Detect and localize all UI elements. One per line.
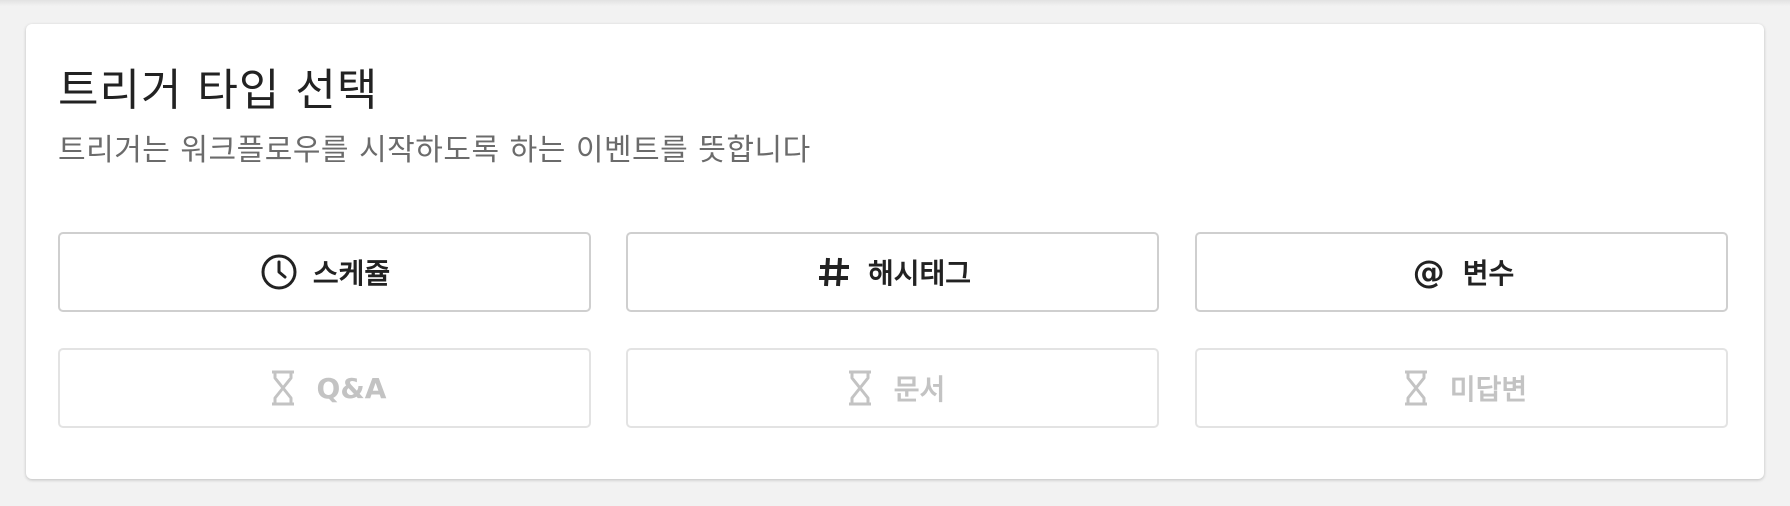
schedule-label: 스케쥴 xyxy=(312,257,391,290)
qna-button[interactable]: Q&A xyxy=(58,348,591,428)
document-label: 문서 xyxy=(893,373,946,406)
qna-label: Q&A xyxy=(316,371,387,405)
unanswered-label: 미답변 xyxy=(1449,373,1528,406)
at-icon: @ xyxy=(1412,253,1445,291)
document-button[interactable]: 문서 xyxy=(626,348,1159,428)
schedule-button[interactable]: 스케쥴 xyxy=(58,232,591,312)
hashtag-button[interactable]: 해시태그 xyxy=(626,232,1159,312)
hashtag-label: 해시태그 xyxy=(867,257,972,290)
hash-icon xyxy=(814,252,854,292)
panel-title: 트리거 타입 선택 xyxy=(58,65,379,116)
variable-button[interactable]: @ 변수 xyxy=(1195,232,1728,312)
clock-icon xyxy=(259,252,299,292)
panel-subtitle: 트리거는 워크플로우를 시작하도록 하는 이벤트를 뜻합니다 xyxy=(58,133,811,168)
hourglass-icon xyxy=(840,368,880,408)
hourglass-icon xyxy=(1396,368,1436,408)
variable-label: 변수 xyxy=(1462,257,1515,290)
unanswered-button[interactable]: 미답변 xyxy=(1195,348,1728,428)
top-shadow xyxy=(0,0,1790,6)
trigger-type-panel: 트리거 타입 선택 트리거는 워크플로우를 시작하도록 하는 이벤트를 뜻합니다… xyxy=(26,24,1764,479)
hourglass-icon xyxy=(263,368,303,408)
